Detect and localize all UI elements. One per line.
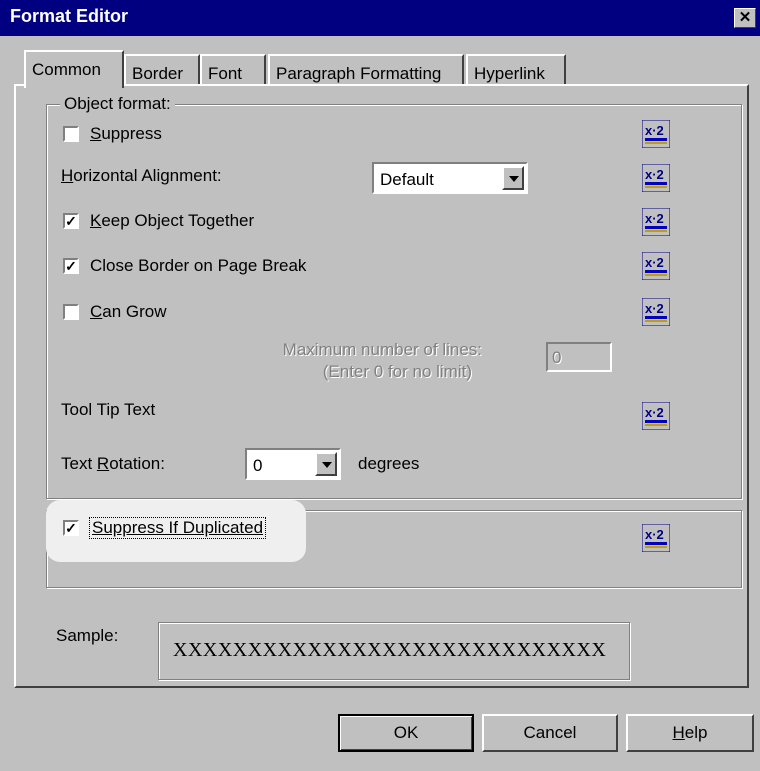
sample-text: XXXXXXXXXXXXXXXXXXXXXXXXXXXXX	[173, 639, 607, 661]
svg-text:x·2: x·2	[645, 211, 664, 226]
formula-x2-icon: x·2	[642, 252, 670, 280]
can-grow-checkbox[interactable]	[63, 304, 79, 320]
suppress-label: Suppress	[90, 124, 162, 143]
svg-text:x·2: x·2	[645, 255, 664, 270]
sample-label: Sample:	[56, 626, 119, 645]
max-lines-value: 0	[552, 348, 562, 367]
tab-hyperlink[interactable]: Hyperlink	[466, 54, 566, 88]
tab-hyperlink-label: Hyperlink	[474, 64, 545, 83]
svg-text:x·2: x·2	[645, 527, 664, 542]
text-rotation-value: 0	[253, 456, 263, 475]
svg-text:x·2: x·2	[645, 167, 664, 182]
text-rotation-select[interactable]: 0	[245, 448, 341, 480]
tooltip-formula-button[interactable]: x·2	[642, 402, 670, 430]
formula-x2-icon: x·2	[642, 208, 670, 236]
suppress-if-duplicated-checkbox[interactable]: ✓	[63, 520, 79, 536]
text-rotation-label: Text Rotation:	[61, 454, 165, 473]
formula-x2-icon: x·2	[642, 164, 670, 192]
cancel-button-label: Cancel	[523, 723, 577, 742]
tab-border[interactable]: Border	[124, 54, 200, 88]
max-lines-hint: (Enter 0 for no limit)	[322, 362, 472, 381]
suppress-checkbox[interactable]	[63, 126, 79, 142]
suppress-duplicated-formula-button[interactable]: x·2	[642, 524, 670, 552]
max-lines-label: Maximum number of lines:	[282, 340, 482, 359]
tab-border-label: Border	[132, 64, 184, 83]
max-lines-input: 0	[546, 342, 612, 372]
tab-panel-common: Object format: Suppress Horizontal Align…	[14, 84, 749, 688]
can-grow-formula-button[interactable]: x·2	[642, 298, 670, 326]
close-icon: ✕	[738, 9, 752, 26]
help-button-label: Help	[672, 723, 708, 742]
can-grow-label: Can Grow	[90, 302, 167, 321]
window-title: Format Editor	[10, 6, 129, 26]
svg-text:x·2: x·2	[645, 301, 664, 316]
title-bar: Format Editor ✕	[0, 0, 760, 36]
close-button[interactable]: ✕	[734, 8, 756, 28]
formula-x2-icon: x·2	[642, 120, 670, 148]
formula-x2-icon: x·2	[642, 298, 670, 326]
suppress-formula-button[interactable]: x·2	[642, 120, 670, 148]
keep-object-together-checkbox[interactable]: ✓	[63, 213, 79, 229]
tab-font[interactable]: Font	[200, 54, 266, 88]
dropdown-arrow-icon[interactable]	[502, 166, 524, 190]
ok-button-label: OK	[393, 723, 419, 742]
tab-common-label: Common	[32, 60, 101, 79]
horizontal-alignment-formula-button[interactable]: x·2	[642, 164, 670, 192]
formula-x2-icon: x·2	[642, 524, 670, 552]
ok-button[interactable]: OK	[338, 714, 474, 752]
horizontal-alignment-select[interactable]: Default	[372, 162, 528, 194]
tab-font-label: Font	[208, 64, 243, 83]
keep-object-together-label: Keep Object Together	[90, 211, 255, 230]
object-format-legend: Object format:	[60, 94, 175, 114]
sample-box: XXXXXXXXXXXXXXXXXXXXXXXXXXXXX	[158, 622, 630, 680]
suppress-if-duplicated-label: Suppress If Duplicated	[88, 517, 267, 539]
tooltip-text-label: Tool Tip Text	[61, 400, 156, 419]
degrees-label: degrees	[358, 454, 420, 473]
dropdown-arrow-icon[interactable]	[315, 452, 337, 476]
tab-paragraph-formatting-label: Paragraph Formatting	[276, 64, 442, 83]
formula-x2-icon: x·2	[642, 402, 670, 430]
horizontal-alignment-label: Horizontal Alignment:	[61, 166, 222, 185]
close-border-formula-button[interactable]: x·2	[642, 252, 670, 280]
close-border-checkbox[interactable]: ✓	[63, 258, 79, 274]
svg-text:x·2: x·2	[645, 123, 664, 138]
keep-together-formula-button[interactable]: x·2	[642, 208, 670, 236]
horizontal-alignment-value: Default	[380, 170, 434, 189]
tab-common[interactable]: Common	[24, 50, 124, 88]
tab-paragraph-formatting[interactable]: Paragraph Formatting	[268, 54, 464, 88]
svg-text:x·2: x·2	[645, 405, 664, 420]
close-border-label: Close Border on Page Break	[90, 256, 307, 275]
cancel-button[interactable]: Cancel	[482, 714, 618, 752]
help-button[interactable]: Help	[626, 714, 754, 752]
